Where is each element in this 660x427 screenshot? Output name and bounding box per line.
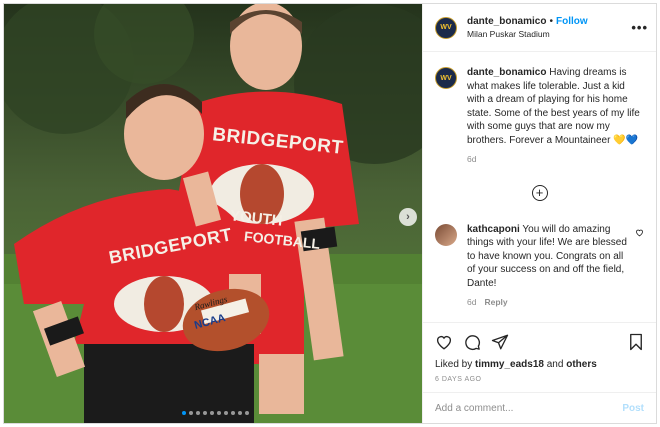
header-separator: • [549, 15, 553, 27]
heart-icon[interactable] [435, 333, 453, 356]
post-comment-button[interactable]: Post [622, 403, 644, 414]
load-more-comments-icon[interactable]: + [531, 184, 548, 201]
caption-username[interactable]: dante_bonamico [467, 67, 546, 78]
comment-meta: 6d Reply [467, 296, 631, 310]
caption: WV dante_bonamico Having dreams is what … [435, 66, 644, 167]
comment-icon[interactable] [463, 333, 481, 356]
post-date[interactable]: 6 DAYS AGO [435, 376, 644, 383]
post-location[interactable]: Milan Puskar Stadium [467, 28, 631, 41]
liked-by-others[interactable]: others [566, 359, 597, 370]
caption-body: dante_bonamico Having dreams is what mak… [467, 66, 644, 167]
liked-by-mid: and [543, 359, 567, 370]
author-avatar[interactable]: WV [435, 16, 457, 39]
carousel-next-button[interactable]: › [399, 208, 417, 226]
carousel-dot [203, 411, 207, 415]
carousel-dot [231, 411, 235, 415]
carousel-dot [196, 411, 200, 415]
carousel-dot [189, 411, 193, 415]
carousel-dot [182, 411, 186, 415]
action-row [435, 331, 644, 357]
share-icon[interactable] [491, 333, 509, 356]
add-comment-bar: Post [423, 392, 656, 423]
commenter-avatar[interactable] [435, 223, 457, 246]
chevron-right-icon: › [406, 211, 410, 223]
post-actions: Liked by timmy_eads18 and others 6 DAYS … [423, 322, 656, 383]
carousel-dots [182, 411, 249, 415]
caption-time[interactable]: 6d [467, 153, 644, 167]
post-side-panel: WV dante_bonamico • Follow Milan Puskar … [422, 4, 656, 423]
liked-by-prefix: Liked by [435, 359, 476, 370]
caption-avatar[interactable]: WV [435, 67, 457, 89]
add-comment-input[interactable] [435, 402, 623, 414]
instagram-post: BRIDGEPORT BRIDGEPORT YOUTH FOOTBALL Raw… [3, 3, 657, 424]
heart-outline-icon[interactable] [635, 228, 644, 310]
comment-username[interactable]: kathcaponi [467, 224, 520, 235]
comment-time[interactable]: 6d [467, 297, 476, 307]
carousel-dot [245, 411, 249, 415]
post-header: WV dante_bonamico • Follow Milan Puskar … [423, 4, 656, 52]
avatar-monogram: WV [440, 24, 452, 31]
author-username[interactable]: dante_bonamico [467, 15, 546, 28]
avatar-monogram: WV [440, 74, 452, 82]
caption-text: Having dreams is what makes life tolerab… [467, 67, 640, 146]
header-line: dante_bonamico • Follow [467, 15, 631, 28]
bookmark-icon[interactable] [628, 333, 644, 356]
more-options-icon[interactable]: ••• [631, 20, 648, 35]
post-header-text: dante_bonamico • Follow Milan Puskar Sta… [467, 15, 631, 41]
carousel-dot [224, 411, 228, 415]
comments-section: WV dante_bonamico Having dreams is what … [423, 52, 656, 310]
carousel-dot [238, 411, 242, 415]
carousel-dot [210, 411, 214, 415]
post-photo[interactable]: BRIDGEPORT BRIDGEPORT YOUTH FOOTBALL Raw… [4, 4, 422, 423]
liked-by: Liked by timmy_eads18 and others [435, 359, 644, 370]
carousel-dot [217, 411, 221, 415]
comment: kathcaponi You will do amazing things wi… [435, 223, 644, 310]
reply-button[interactable]: Reply [484, 297, 507, 307]
photo-illustration [4, 4, 422, 423]
liked-by-user[interactable]: timmy_eads18 [475, 359, 544, 370]
comment-body: kathcaponi You will do amazing things wi… [467, 223, 631, 310]
follow-button[interactable]: Follow [556, 15, 588, 28]
plus-icon: + [535, 185, 544, 200]
